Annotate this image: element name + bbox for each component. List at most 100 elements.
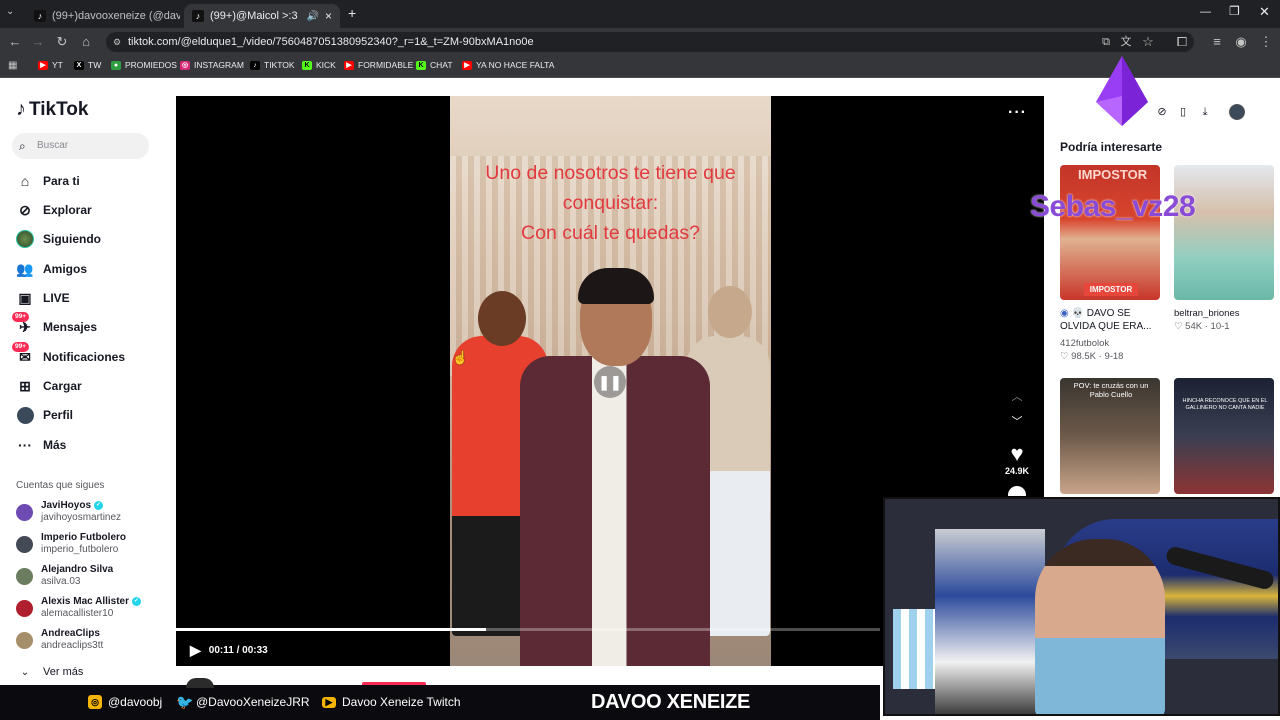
browser-tab-2[interactable]: ♪ (99+)@Maicol >:3 @Eridu 🔊 × bbox=[184, 4, 340, 28]
video-more-options-icon[interactable]: ··· bbox=[1008, 104, 1027, 122]
play-icon[interactable]: ▶ bbox=[190, 642, 201, 659]
reco-thumb-3[interactable]: POV: te cruzás con un Pablo Cuello bbox=[1060, 378, 1160, 494]
new-tab-button[interactable]: + bbox=[348, 5, 356, 21]
reco-author-2[interactable]: beltran_briones bbox=[1174, 307, 1240, 320]
forward-icon[interactable]: → bbox=[30, 34, 46, 50]
bookmark-label: PROMIEDOS bbox=[125, 60, 177, 70]
account-imperio-futbolero[interactable]: Imperio Futbolero imperio_futbolero bbox=[16, 532, 126, 556]
bookmark-tw[interactable]: X TW bbox=[74, 60, 101, 70]
close-window-icon[interactable]: ✕ bbox=[1259, 4, 1270, 20]
mobile-app-icon[interactable]: ▯ bbox=[1175, 104, 1191, 120]
tiktok-logo[interactable]: ♪ TikTok bbox=[16, 98, 88, 121]
browser-tab-2-title: (99+)@Maicol >:3 @Eridu bbox=[210, 10, 301, 22]
audio-playing-icon[interactable]: 🔊 bbox=[307, 11, 319, 22]
home-button-icon[interactable]: ⌂ bbox=[78, 34, 94, 50]
heart-outline-icon: ♡ bbox=[1060, 351, 1069, 362]
media-controls-icon[interactable]: ≡ bbox=[1209, 34, 1225, 50]
tab-list-icon[interactable]: ⌄ bbox=[6, 6, 14, 17]
account-andreaclips[interactable]: AndreaClips andreaclips3tt bbox=[16, 628, 103, 652]
instagram-handle-text: @davoobj bbox=[108, 695, 163, 709]
close-tab-icon[interactable]: × bbox=[319, 9, 332, 23]
bookmark-ya-no-hace-falta[interactable]: ▶ YA NO HACE FALTA bbox=[462, 60, 554, 70]
reco-author-1[interactable]: 412futbolok bbox=[1060, 337, 1109, 350]
video-time: ▶ 00:11 / 00:33 bbox=[190, 642, 268, 659]
reco-stats-2: ♡ 54K · 10-1 bbox=[1174, 321, 1230, 332]
nav-cargar[interactable]: ⊞ Cargar bbox=[16, 377, 82, 395]
reco-caption-1[interactable]: ◉ 💀 DAVO SE OLVIDA QUE ERA... bbox=[1060, 307, 1160, 333]
reco-likes: 54K bbox=[1185, 321, 1203, 332]
account-handle: imperio_futbolero bbox=[41, 544, 119, 555]
reload-icon[interactable]: ↻ bbox=[54, 34, 70, 50]
apps-grid-icon[interactable]: ▦ bbox=[8, 60, 17, 71]
promiedos-icon: ● bbox=[111, 60, 121, 70]
bookmark-formidable[interactable]: ▶ FORMIDABLE bbox=[344, 60, 413, 70]
instagram-icon: ◎ bbox=[88, 695, 102, 709]
account-handle: andreaclips3tt bbox=[41, 640, 104, 651]
nav-amigos[interactable]: 👥 Amigos bbox=[16, 260, 87, 278]
pause-button[interactable]: ❚❚ bbox=[594, 366, 626, 398]
nav-explorar[interactable]: ⊘ Explorar bbox=[16, 201, 92, 219]
reco-thumb-2[interactable] bbox=[1174, 165, 1274, 300]
bookmark-kick[interactable]: K KICK bbox=[302, 60, 336, 70]
nav-mas[interactable]: ··· Más bbox=[16, 436, 66, 454]
video-progress-bar[interactable] bbox=[176, 628, 880, 631]
person-suit bbox=[520, 356, 710, 666]
reco-thumb-4[interactable]: HINCHA RECONOCE QUE EN EL GALLINERO NO C… bbox=[1174, 378, 1274, 494]
compass-icon[interactable]: ⊘ bbox=[1154, 104, 1170, 120]
like-heart-icon[interactable]: ♥ bbox=[1004, 441, 1030, 467]
globe-icon: ◉ bbox=[1060, 308, 1069, 319]
see-more-button[interactable]: ⌄ Ver más bbox=[16, 663, 84, 681]
reco-thumb-1-banner: IMPOSTOR bbox=[1084, 283, 1138, 296]
nav-para-ti[interactable]: ⌂ Para ti bbox=[16, 172, 80, 190]
nav-mensajes[interactable]: ✈ 99+ Mensajes bbox=[12, 312, 97, 336]
bookmark-tiktok[interactable]: ♪ TIKTOK bbox=[250, 60, 295, 70]
video-author-avatar bbox=[186, 678, 214, 688]
nav-notificaciones[interactable]: ✉ 99+ Notificaciones bbox=[12, 342, 125, 366]
person-white-pants-head bbox=[708, 286, 752, 338]
follow-button[interactable] bbox=[362, 682, 426, 685]
nav-perfil[interactable]: Perfil bbox=[16, 406, 73, 424]
browser-tab-1[interactable]: ♪ (99+)davooxeneize (@davooxe × bbox=[26, 4, 180, 28]
site-info-icon[interactable]: ⚙ bbox=[113, 32, 121, 52]
more-icon: ··· bbox=[18, 437, 32, 453]
download-icon[interactable]: ⤓ bbox=[1197, 104, 1213, 120]
search-placeholder: Buscar bbox=[37, 140, 69, 151]
restore-window-icon[interactable]: ❐ bbox=[1229, 4, 1240, 18]
address-bar[interactable]: ⚙ tiktok.com/@elduque1_/video/7560487051… bbox=[106, 32, 1194, 52]
bookmark-promiedos[interactable]: ● PROMIEDOS bbox=[111, 60, 177, 70]
account-javihoyos[interactable]: JaviHoyos ✓ javihoyosmartinez bbox=[16, 500, 121, 524]
bookmark-label: INSTAGRAM bbox=[194, 60, 244, 70]
bookmark-label: TIKTOK bbox=[264, 60, 295, 70]
search-input[interactable]: ⌕ Buscar bbox=[12, 133, 149, 159]
messages-badge: 99+ bbox=[12, 312, 30, 322]
chrome-menu-icon[interactable]: ⋮ bbox=[1258, 34, 1274, 50]
reco-thumb-4-text: HINCHA RECONOCE QUE EN EL GALLINERO NO C… bbox=[1182, 398, 1268, 411]
minimize-window-icon[interactable]: — bbox=[1200, 6, 1211, 18]
account-alexis-mac-allister[interactable]: Alexis Mac Allister ✓ alemacallister10 bbox=[16, 596, 142, 620]
account-alejandro-silva[interactable]: Alejandro Silva asilva.03 bbox=[16, 564, 113, 588]
extensions-icon[interactable]: ⧠ bbox=[1174, 34, 1190, 50]
account-handle: asilva.03 bbox=[41, 576, 81, 587]
chevron-down-icon: ⌄ bbox=[20, 666, 30, 678]
nav-siguiendo[interactable]: Siguiendo bbox=[16, 230, 101, 248]
webcam-maradona-poster bbox=[935, 529, 1045, 714]
bookmark-chat[interactable]: K CHAT bbox=[416, 60, 453, 70]
install-app-icon[interactable]: ⧉ bbox=[1098, 34, 1114, 50]
next-video-icon[interactable]: ﹀ bbox=[1010, 413, 1024, 429]
following-accounts-title: Cuentas que sigues bbox=[16, 480, 105, 491]
translate-icon[interactable]: 文 bbox=[1118, 34, 1134, 50]
friends-icon: 👥 bbox=[16, 260, 34, 277]
bookmark-instagram[interactable]: ◎ INSTAGRAM bbox=[180, 60, 244, 70]
live-icon: ▣ bbox=[18, 289, 32, 306]
profile-avatar-icon[interactable]: ◉ bbox=[1233, 34, 1249, 50]
bookmark-yt[interactable]: ▶ YT bbox=[38, 60, 63, 70]
nav-live[interactable]: ▣ LIVE bbox=[16, 289, 69, 307]
overlay-line-2: conquistar: bbox=[562, 192, 659, 214]
user-avatar[interactable] bbox=[1229, 104, 1245, 120]
reco-thumb-1[interactable]: IMPOSTOR IMPOSTOR bbox=[1060, 165, 1160, 300]
bookmark-star-icon[interactable]: ☆ bbox=[1140, 34, 1156, 50]
bookmark-label: YT bbox=[52, 60, 63, 70]
nav-label: Siguiendo bbox=[43, 232, 101, 246]
back-icon[interactable]: ← bbox=[7, 34, 23, 50]
previous-video-icon[interactable]: ︿ bbox=[1010, 388, 1024, 404]
